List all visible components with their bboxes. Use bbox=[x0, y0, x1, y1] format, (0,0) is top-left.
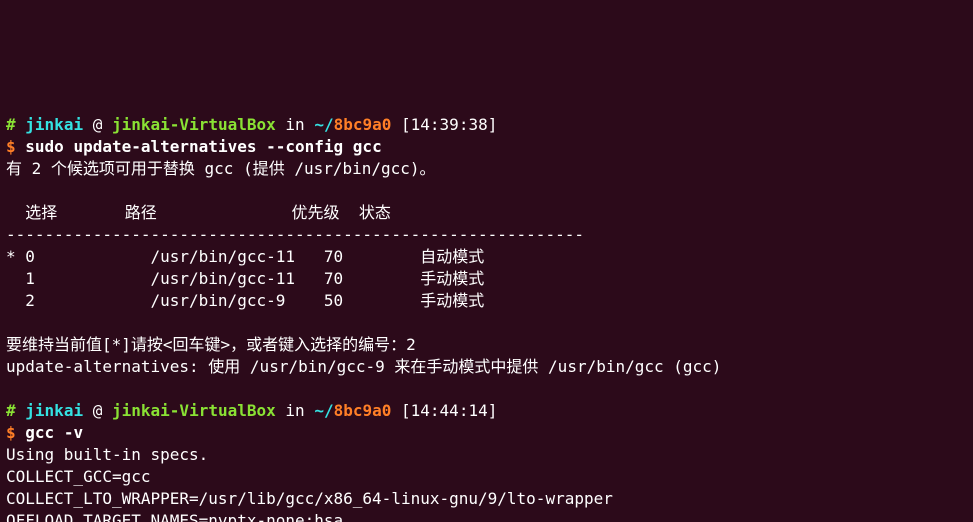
terminal-area[interactable]: # jinkai @ jinkai-VirtualBox in ~/8bc9a0… bbox=[0, 110, 973, 522]
prompt2-tilde: ~/ bbox=[314, 401, 333, 420]
prompt-hash: # bbox=[6, 115, 16, 134]
prompt-user: jinkai bbox=[25, 115, 83, 134]
prompt2-user: jinkai bbox=[25, 401, 83, 420]
alt-row-0: * 0 /usr/bin/gcc-11 70 自动模式 bbox=[6, 247, 484, 266]
prompt-time: [14:39:38] bbox=[401, 115, 497, 134]
gcc-line-1: Using built-in specs. bbox=[6, 445, 208, 464]
prompt2-time: [14:44:14] bbox=[401, 401, 497, 420]
prompt2-dir: 8bc9a0 bbox=[334, 401, 392, 420]
prompt-host: jinkai-VirtualBox bbox=[112, 115, 276, 134]
alt-row-1: 1 /usr/bin/gcc-11 70 手动模式 bbox=[6, 269, 484, 288]
gcc-line-3: COLLECT_LTO_WRAPPER=/usr/lib/gcc/x86_64-… bbox=[6, 489, 613, 508]
prompt-tilde: ~/ bbox=[314, 115, 333, 134]
alt-row-2: 2 /usr/bin/gcc-9 50 手动模式 bbox=[6, 291, 484, 310]
alt-intro: 有 2 个候选项可用于替换 gcc (提供 /usr/bin/gcc)。 bbox=[6, 159, 436, 178]
alt-result: update-alternatives: 使用 /usr/bin/gcc-9 来… bbox=[6, 357, 721, 376]
prompt2-host: jinkai-VirtualBox bbox=[112, 401, 276, 420]
prompt-dollar: $ bbox=[6, 137, 16, 156]
alt-header: 选择 路径 优先级 状态 bbox=[6, 203, 391, 222]
prompt2-dollar: $ bbox=[6, 423, 16, 442]
prompt-in: in bbox=[285, 115, 304, 134]
prompt-at: @ bbox=[93, 115, 103, 134]
prompt-dir: 8bc9a0 bbox=[334, 115, 392, 134]
command-2: gcc -v bbox=[25, 423, 83, 442]
prompt2-hash: # bbox=[6, 401, 16, 420]
gcc-line-4: OFFLOAD_TARGET_NAMES=nvptx-none:hsa bbox=[6, 511, 343, 522]
prompt2-in: in bbox=[285, 401, 304, 420]
gcc-line-2: COLLECT_GCC=gcc bbox=[6, 467, 151, 486]
alt-divider: ----------------------------------------… bbox=[6, 225, 584, 244]
alt-prompt-line: 要维持当前值[*]请按<回车键>，或者键入选择的编号：2 bbox=[6, 335, 416, 354]
command-1: sudo update-alternatives --config gcc bbox=[25, 137, 381, 156]
prompt2-at: @ bbox=[93, 401, 103, 420]
